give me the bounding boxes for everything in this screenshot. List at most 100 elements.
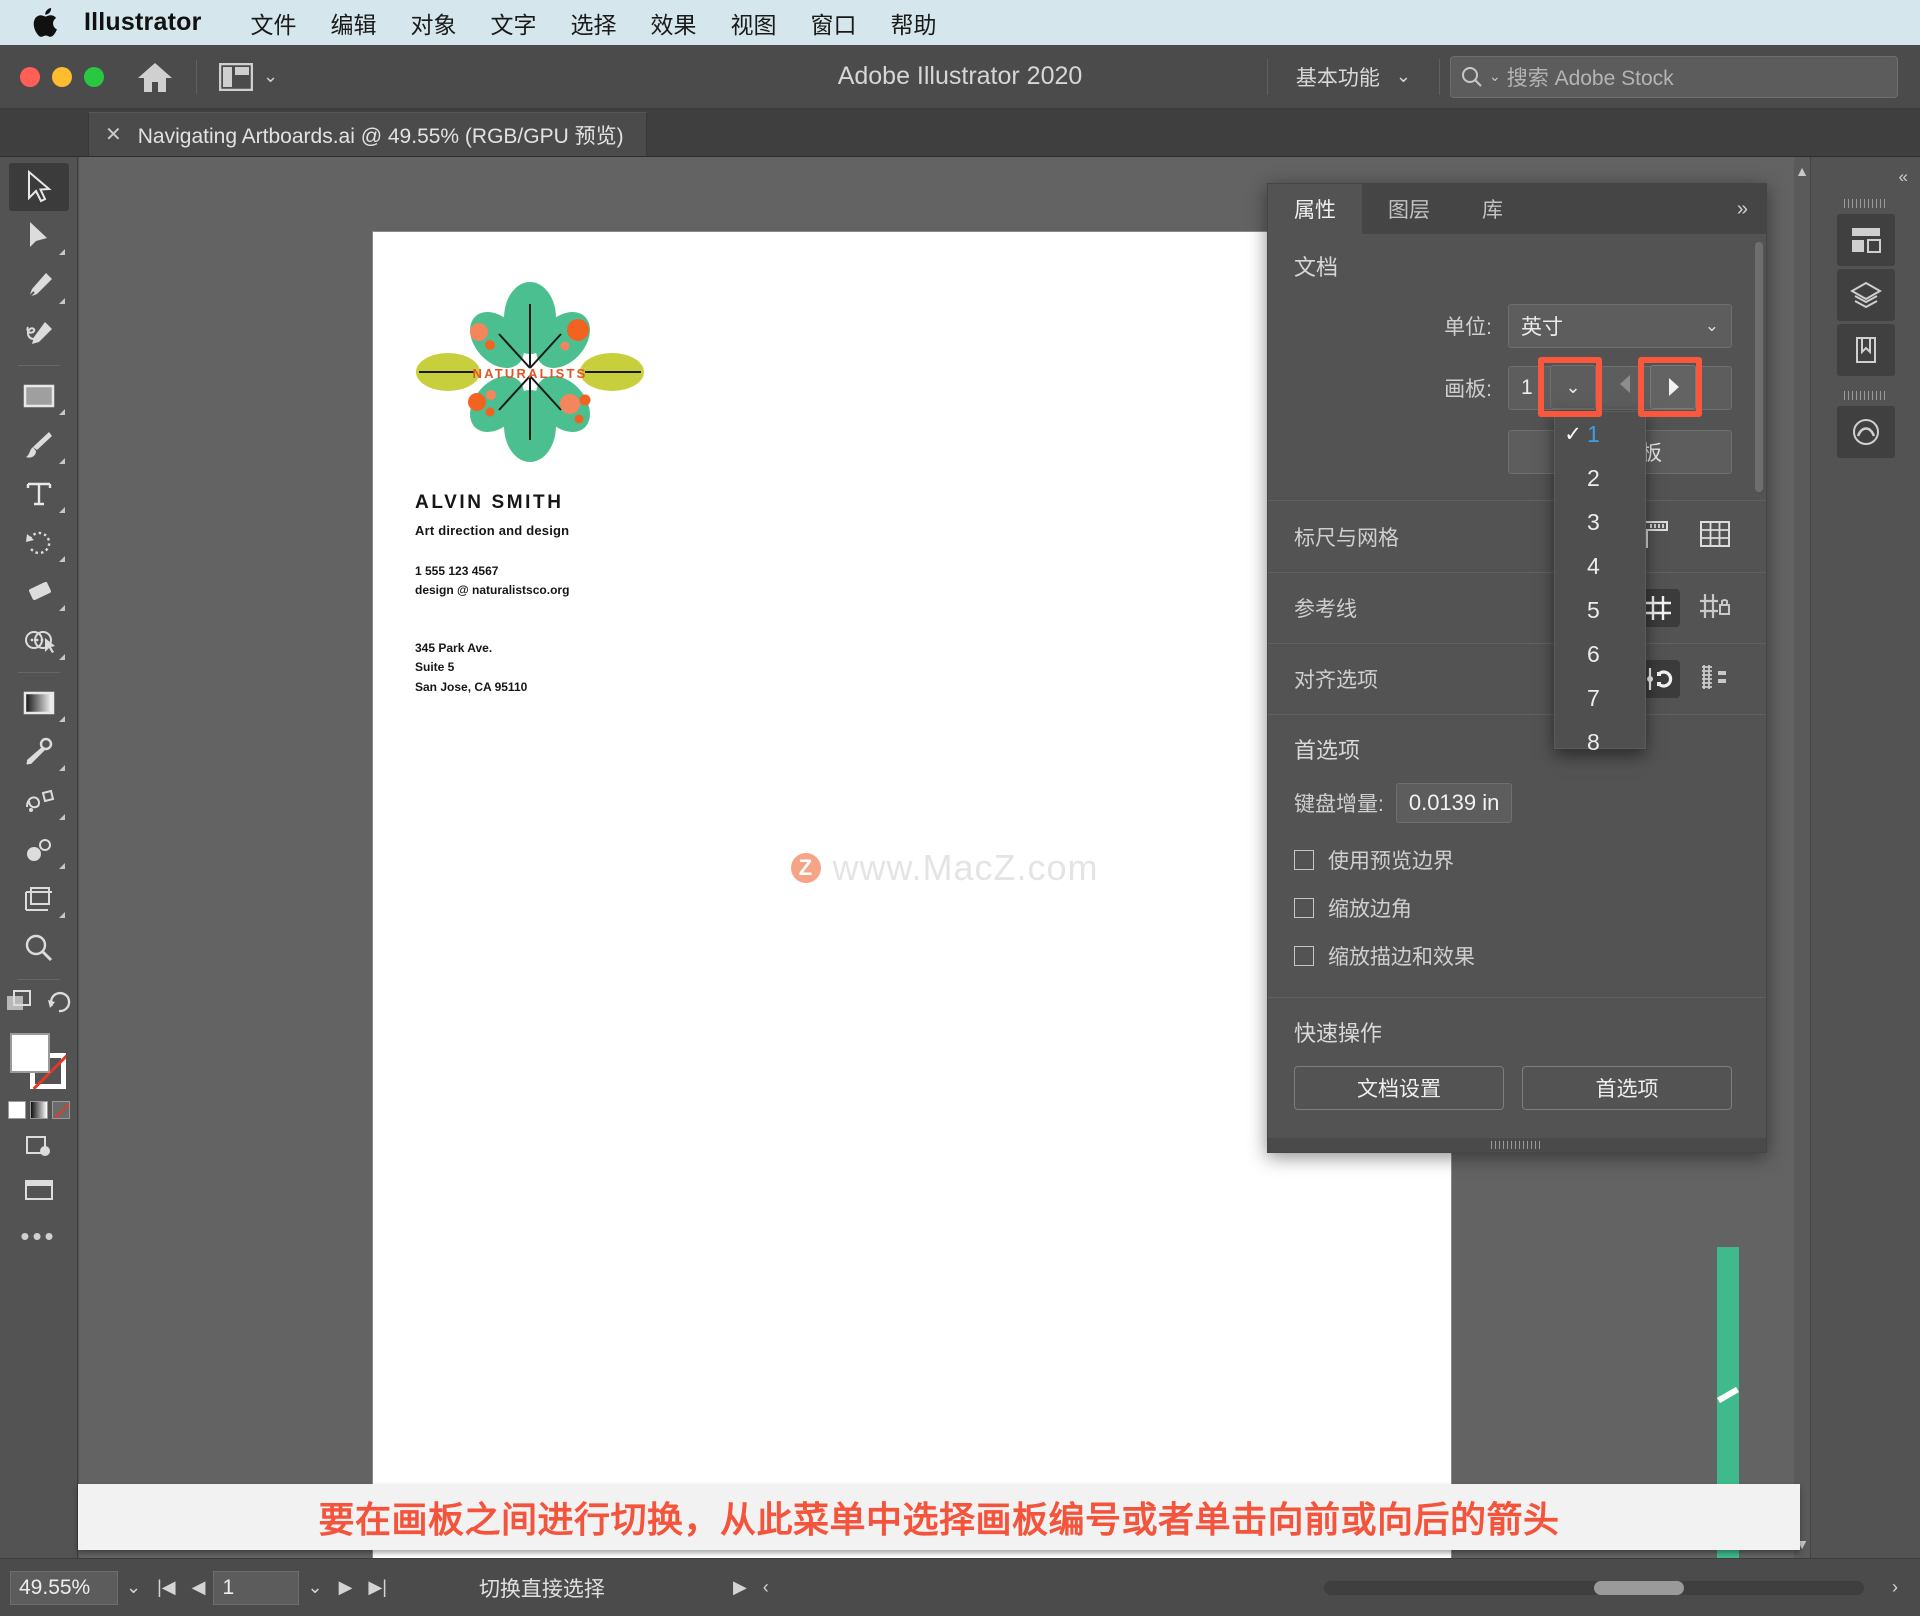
artboard-dropdown-toggle[interactable]: ⌄ <box>1550 365 1596 409</box>
zoom-tool[interactable] <box>9 924 69 972</box>
checkbox-scale-corners[interactable]: 缩放边角 <box>1294 893 1732 923</box>
screen-mode-icon[interactable] <box>24 1178 54 1207</box>
direct-selection-tool[interactable] <box>9 212 69 260</box>
curvature-tool[interactable] <box>9 310 69 358</box>
symbol-sprayer-tool[interactable] <box>9 826 69 874</box>
arrange-documents-button[interactable]: ⌄ <box>211 62 286 91</box>
artboard-menu-item-4[interactable]: 4 <box>1555 544 1645 588</box>
menu-edit[interactable]: 编辑 <box>314 6 394 40</box>
pen-tool[interactable] <box>9 261 69 309</box>
maximize-window-button[interactable] <box>84 66 104 87</box>
eraser-tool[interactable] <box>9 568 69 616</box>
fill-stroke-swatches[interactable] <box>9 1033 68 1091</box>
dock-grip[interactable] <box>1843 199 1888 208</box>
selection-tool[interactable] <box>8 163 69 211</box>
menu-effect[interactable]: 效果 <box>634 6 714 40</box>
preferences-button[interactable]: 首选项 <box>1522 1066 1732 1110</box>
gradient-swatch-button[interactable] <box>29 1101 48 1119</box>
change-screen-mode-icon[interactable] <box>6 990 32 1021</box>
none-swatch-button[interactable] <box>51 1101 70 1119</box>
artboard-tool[interactable] <box>9 875 69 923</box>
menu-type[interactable]: 文字 <box>474 6 554 40</box>
lock-guides-icon[interactable] <box>1698 592 1732 625</box>
menu-select[interactable]: 选择 <box>554 6 634 40</box>
document-tab[interactable]: ✕ Navigating Artboards.ai @ 49.55% (RGB/… <box>88 112 647 156</box>
artboard-number-field[interactable]: 1 <box>213 1570 300 1605</box>
address-line-3: San Jose, CA 95110 <box>415 679 528 694</box>
artboard-menu-item-2[interactable]: 2 <box>1555 456 1645 500</box>
home-icon[interactable] <box>134 56 176 98</box>
menubar-app-name[interactable]: Illustrator <box>84 8 202 37</box>
keyboard-increment-value: 0.0139 in <box>1408 790 1500 815</box>
apple-logo-icon[interactable] <box>32 7 58 38</box>
libraries-dock-icon[interactable] <box>1836 324 1895 376</box>
status-menu-icon[interactable]: ‹ <box>755 1577 777 1598</box>
artboard-menu-item-5[interactable]: 5 <box>1555 588 1645 632</box>
last-artboard-icon[interactable]: ▶| <box>360 1577 395 1598</box>
fill-swatch[interactable] <box>9 1033 50 1073</box>
tab-layers[interactable]: 图层 <box>1362 184 1456 234</box>
checkbox-scale-strokes[interactable]: 缩放描边和效果 <box>1294 941 1732 971</box>
properties-dock-icon[interactable] <box>1836 214 1895 266</box>
canvas-vertical-scrollbar[interactable]: ▲ ▼ <box>1794 157 1810 1558</box>
gradient-tool[interactable] <box>9 679 69 727</box>
artboard-number-dropdown-icon[interactable]: ⌄ <box>299 1577 330 1598</box>
blend-tool[interactable] <box>9 777 69 825</box>
panel-overflow-icon[interactable]: » <box>1737 184 1766 234</box>
artboard-prev-arrow[interactable] <box>1616 373 1634 400</box>
artboard-menu-item-7[interactable]: 7 <box>1555 676 1645 720</box>
checkbox-icon[interactable] <box>1294 898 1314 918</box>
checkbox-preview-bounds[interactable]: 使用预览边界 <box>1294 845 1732 875</box>
keyboard-increment-input[interactable]: 0.0139 in <box>1395 783 1513 823</box>
next-artboard-icon[interactable]: ▶ <box>331 1577 361 1598</box>
artboard-menu-item-1[interactable]: ✓ 1 <box>1555 412 1645 456</box>
minimize-window-button[interactable] <box>52 66 72 87</box>
rectangle-tool[interactable] <box>9 372 69 420</box>
color-swatch-button[interactable] <box>7 1101 26 1119</box>
menu-help[interactable]: 帮助 <box>874 6 954 40</box>
dock-grip-2[interactable] <box>1843 391 1888 400</box>
artboard-menu-item-6[interactable]: 6 <box>1555 632 1645 676</box>
close-window-button[interactable] <box>20 66 40 87</box>
scroll-up-arrow-icon[interactable]: ▲ <box>1794 163 1810 179</box>
zoom-level-field[interactable]: 49.55% <box>10 1570 118 1605</box>
edit-toolbar-button[interactable]: ••• <box>20 1221 56 1252</box>
adobe-stock-search[interactable]: ⌄ 搜索 Adobe Stock <box>1450 55 1898 98</box>
search-dropdown-caret[interactable]: ⌄ <box>1489 68 1501 85</box>
artboard-menu-item-3[interactable]: 3 <box>1555 500 1645 544</box>
horizontal-scrollbar[interactable] <box>1324 1580 1864 1595</box>
checkbox-icon[interactable] <box>1294 850 1314 870</box>
rotate-tool[interactable] <box>9 519 69 567</box>
layers-dock-icon[interactable] <box>1836 269 1895 321</box>
first-artboard-icon[interactable]: |◀ <box>149 1577 184 1598</box>
tab-libraries[interactable]: 库 <box>1456 184 1529 234</box>
checkbox-icon[interactable] <box>1294 946 1314 966</box>
shape-builder-tool[interactable] <box>9 617 69 665</box>
artboard-menu-item-8[interactable]: 8 <box>1555 720 1645 764</box>
brushes-dock-icon[interactable] <box>1836 406 1895 458</box>
previous-artboard-icon[interactable]: ◀ <box>184 1577 214 1598</box>
artboard-next-arrow[interactable] <box>1650 365 1696 409</box>
menu-file[interactable]: 文件 <box>234 6 314 40</box>
eyedropper-tool[interactable] <box>9 728 69 776</box>
unit-select[interactable]: 英寸 ⌄ <box>1508 304 1732 348</box>
snap-to-grid-icon[interactable] <box>1698 663 1732 696</box>
tab-properties[interactable]: 属性 <box>1268 184 1362 234</box>
menu-window[interactable]: 窗口 <box>794 6 874 40</box>
grid-icon[interactable] <box>1698 519 1732 554</box>
menu-object[interactable]: 对象 <box>394 6 474 40</box>
document-setup-button[interactable]: 文档设置 <box>1294 1066 1504 1110</box>
status-next-icon[interactable]: ▶ <box>725 1577 755 1598</box>
type-tool[interactable] <box>9 470 69 518</box>
paintbrush-tool[interactable] <box>9 421 69 469</box>
zoom-dropdown-icon[interactable]: ⌄ <box>118 1577 149 1598</box>
workspace-switcher[interactable]: 基本功能 ⌄ <box>1278 62 1429 92</box>
undo-arrow-icon[interactable] <box>46 990 72 1021</box>
close-icon[interactable]: ✕ <box>105 125 122 145</box>
panel-resize-grip[interactable] <box>1268 1138 1766 1152</box>
artboard-number-menu[interactable]: ✓ 1 2 3 4 5 6 7 8 <box>1554 411 1646 755</box>
drawing-mode-icon[interactable] <box>24 1133 54 1164</box>
menu-view[interactable]: 视图 <box>714 6 794 40</box>
collapse-dock-icon[interactable]: « <box>1899 167 1908 187</box>
scroll-right-arrow-icon[interactable]: › <box>1884 1577 1906 1598</box>
